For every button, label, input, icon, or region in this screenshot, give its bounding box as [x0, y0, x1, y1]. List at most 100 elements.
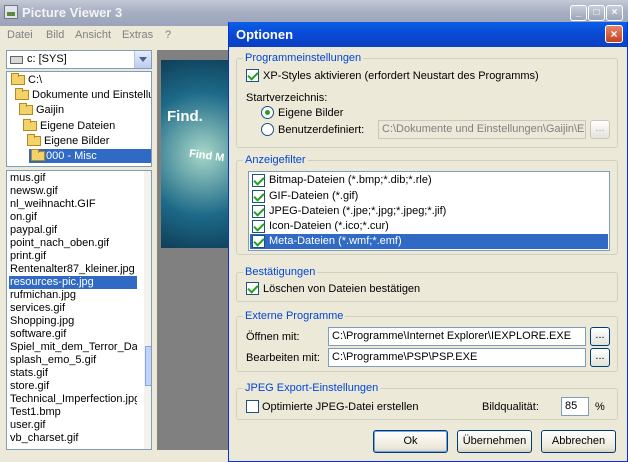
preview-image: Find. Find M	[161, 60, 237, 248]
filter-item-meta-selected[interactable]: Meta-Dateien (*.wmf;*.emf)	[250, 234, 608, 249]
group-legend: Bestätigungen	[243, 266, 318, 278]
menu-extras[interactable]: Extras	[122, 29, 153, 41]
filter-label: Meta-Dateien (*.wmf;*.emf)	[269, 235, 402, 247]
dialog-title-bar[interactable]: Optionen ×	[229, 22, 627, 47]
xp-styles-label: XP-Styles aktivieren (erfordert Neustart…	[263, 70, 539, 82]
list-item[interactable]: nl_weihnacht.GIF	[9, 198, 137, 211]
list-item[interactable]: print.gif	[9, 250, 137, 263]
dialog-title: Optionen	[236, 27, 294, 42]
list-item[interactable]: Shopping.jpg	[9, 315, 137, 328]
list-item[interactable]: point_nach_oben.gif	[9, 237, 137, 250]
confirm-delete-label: Löschen von Dateien bestätigen	[263, 283, 421, 295]
radio-eigene-bilder[interactable]	[261, 106, 274, 119]
open-with-browse-button[interactable]: ...	[590, 327, 610, 346]
ok-button[interactable]: Ok	[373, 430, 448, 453]
custom-path-field[interactable]: C:\Dokumente und Einstellungen\Gaijin\Ei…	[378, 120, 586, 139]
folder-tree[interactable]: C:\ Dokumente und Einstellungen Gaijin E…	[6, 71, 152, 167]
filter-checkbox[interactable]	[252, 220, 265, 233]
cancel-button[interactable]: Abbrechen	[541, 430, 616, 453]
tree-node[interactable]: Dokumente und Einstellungen	[15, 88, 151, 102]
quality-input[interactable]: 85	[561, 397, 589, 416]
open-with-label: Öffnen mit:	[246, 331, 300, 343]
tree-node-label: C:\	[28, 74, 43, 86]
custom-path-browse-button[interactable]: ...	[590, 120, 610, 139]
minimize-button[interactable]: _	[570, 5, 587, 21]
dialog-close-button[interactable]: ×	[605, 25, 623, 43]
tree-node-selected[interactable]: 000 - Misc	[29, 149, 151, 163]
close-button[interactable]: ×	[606, 5, 623, 21]
filter-list[interactable]: Bitmap-Dateien (*.bmp;*.dib;*.rle) GIF-D…	[248, 171, 610, 251]
list-item[interactable]: services.gif	[9, 302, 137, 315]
filter-label: GIF-Dateien (*.gif)	[269, 190, 359, 202]
folder-icon	[23, 119, 37, 131]
filter-item-bitmap[interactable]: Bitmap-Dateien (*.bmp;*.dib;*.rle)	[250, 173, 608, 188]
tree-node-label: Gaijin	[36, 104, 65, 116]
filter-item-gif[interactable]: GIF-Dateien (*.gif)	[250, 189, 608, 204]
tree-node-label: Eigene Bilder	[44, 135, 110, 147]
list-item[interactable]: Spiel_mit_dem_Terror_Das	[9, 341, 137, 354]
radio-benutzerdefiniert[interactable]	[261, 123, 274, 136]
folder-icon	[11, 73, 25, 85]
app-icon	[4, 5, 18, 19]
file-list[interactable]: mus.gif newsw.gif nl_weihnacht.GIF on.gi…	[6, 170, 152, 450]
filter-checkbox[interactable]	[252, 190, 265, 203]
tree-node[interactable]: C:\	[11, 73, 151, 87]
list-item[interactable]: user.gif	[9, 419, 137, 432]
open-folder-icon	[31, 149, 45, 161]
group-legend: Anzeigefilter	[243, 154, 308, 166]
tree-node[interactable]: Gaijin	[19, 103, 151, 117]
list-item[interactable]: rufmichan.jpg	[9, 289, 137, 302]
list-item[interactable]: vb_charset.gif	[9, 432, 137, 445]
list-item[interactable]: Test1.bmp	[9, 406, 137, 419]
filter-item-jpeg[interactable]: JPEG-Dateien (*.jpe;*.jpg;*.jpeg;*.jif)	[250, 204, 608, 219]
filter-checkbox[interactable]	[252, 205, 265, 218]
list-item[interactable]: paypal.gif	[9, 224, 137, 237]
optimize-jpeg-label: Optimierte JPEG-Datei erstellen	[262, 401, 419, 413]
filter-checkbox[interactable]	[252, 235, 265, 248]
drive-combo[interactable]: c: [SYS]	[6, 50, 152, 69]
drive-label: c: [SYS]	[27, 53, 67, 65]
menu-help[interactable]: ?	[165, 29, 171, 41]
optimize-jpeg-checkbox[interactable]	[246, 400, 259, 413]
tree-node[interactable]: Eigene Dateien	[23, 119, 151, 133]
edit-with-browse-button[interactable]: ...	[590, 348, 610, 367]
list-item[interactable]: stats.gif	[9, 367, 137, 380]
radio-benutzerdefiniert-label: Benutzerdefiniert:	[278, 124, 365, 136]
xp-styles-checkbox[interactable]	[246, 69, 259, 82]
preview-image-text: Find.	[167, 108, 203, 125]
edit-with-field[interactable]: C:\Programme\PSP\PSP.EXE	[328, 348, 586, 367]
list-item[interactable]: Technical_Imperfection.jpg	[9, 393, 137, 406]
list-item[interactable]: store.gif	[9, 380, 137, 393]
filter-label: Bitmap-Dateien (*.bmp;*.dib;*.rle)	[269, 174, 432, 186]
list-item[interactable]: software.gif	[9, 328, 137, 341]
filter-checkbox[interactable]	[252, 174, 265, 187]
filter-label: JPEG-Dateien (*.jpe;*.jpg;*.jpeg;*.jif)	[269, 205, 447, 217]
folder-icon	[19, 103, 33, 115]
folder-icon	[15, 88, 29, 100]
drive-icon	[10, 56, 23, 64]
main-window-title: Picture Viewer 3	[22, 5, 123, 20]
quality-unit: %	[595, 401, 605, 413]
menu-ansicht[interactable]: Ansicht	[75, 29, 111, 41]
file-list-scrollbar[interactable]	[144, 171, 151, 449]
apply-button[interactable]: Übernehmen	[457, 430, 532, 453]
maximize-button[interactable]: □	[588, 5, 605, 21]
list-item[interactable]: mus.gif	[9, 172, 137, 185]
list-item-selected[interactable]: resources-pic.jpg	[9, 276, 137, 289]
menu-datei[interactable]: Datei	[7, 29, 33, 41]
open-with-field[interactable]: C:\Programme\Internet Explorer\IEXPLORE.…	[328, 327, 586, 346]
tree-node-label: Eigene Dateien	[40, 120, 116, 132]
tree-node[interactable]: Eigene Bilder	[27, 134, 151, 148]
group-legend: JPEG Export-Einstellungen	[243, 382, 381, 394]
chevron-down-icon[interactable]	[134, 51, 151, 68]
menu-bild[interactable]: Bild	[46, 29, 64, 41]
confirm-delete-checkbox[interactable]	[246, 282, 259, 295]
filter-item-icon[interactable]: Icon-Dateien (*.ico;*.cur)	[250, 219, 608, 234]
list-item[interactable]: newsw.gif	[9, 185, 137, 198]
folder-icon	[27, 134, 41, 146]
list-item[interactable]: splash_emo_5.gif	[9, 354, 137, 367]
quality-label: Bildqualität:	[482, 401, 539, 413]
list-item[interactable]: Rentenalter87_kleiner.jpg	[9, 263, 137, 276]
scrollbar-thumb[interactable]	[145, 346, 151, 386]
list-item[interactable]: on.gif	[9, 211, 137, 224]
